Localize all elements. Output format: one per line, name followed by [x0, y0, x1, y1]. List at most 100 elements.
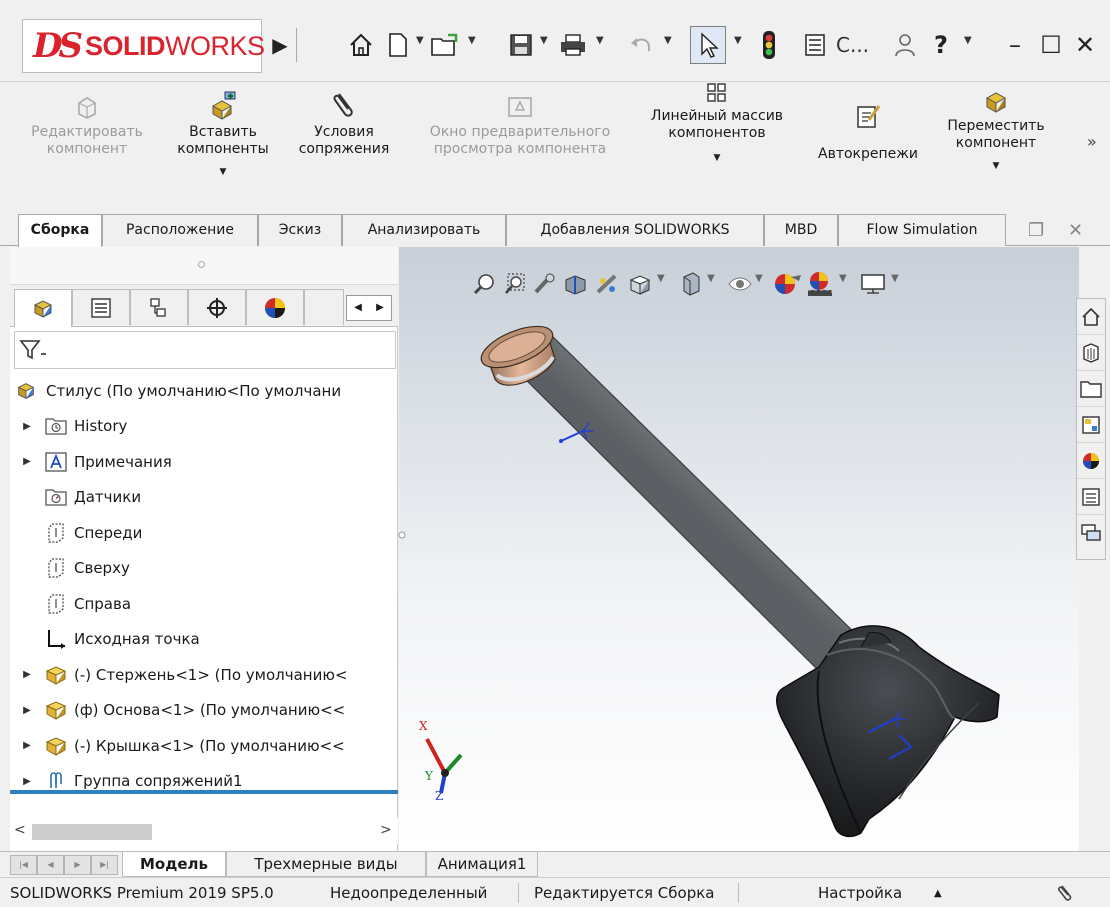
tab-evaluate[interactable]: Анализировать — [342, 214, 506, 246]
tree-item-base[interactable]: ▶ (ф) Основа<1> (По умолчанию<< — [10, 693, 398, 729]
file-explorer-icon[interactable] — [1077, 371, 1105, 407]
graphics-area[interactable]: ▼ ▼ ▼ ▼ ▼ X Y Z — [399, 247, 1079, 851]
component-preview-label: Окно предварительного просмотра компонен… — [429, 124, 611, 157]
open-icon[interactable] — [428, 26, 462, 64]
save-dropdown-icon[interactable]: ▼ — [540, 35, 548, 46]
custom-properties-icon[interactable] — [1077, 479, 1105, 515]
print-icon[interactable] — [556, 26, 590, 64]
undo-icon[interactable] — [626, 26, 656, 64]
open-dropdown-icon[interactable]: ▼ — [468, 35, 476, 46]
scrollbar-thumb[interactable] — [32, 824, 152, 840]
panel-resize-handle[interactable] — [398, 528, 408, 542]
component-preview-button[interactable]: Окно предварительного просмотра компонен… — [408, 82, 632, 158]
scroll-left-arrow-icon[interactable]: < — [14, 822, 26, 838]
first-tab-icon[interactable]: |◀ — [10, 855, 37, 875]
close-pane-icon[interactable]: ✕ — [1068, 220, 1083, 241]
home-icon[interactable] — [344, 26, 378, 64]
restore-pane-icon[interactable]: ❐ — [1028, 220, 1044, 241]
new-document-icon[interactable] — [384, 26, 412, 64]
tree-item-sensors[interactable]: Датчики — [10, 480, 398, 516]
tab-display-manager[interactable] — [246, 289, 304, 325]
customize-button[interactable]: Настройка — [818, 884, 902, 902]
tree-filter-field[interactable] — [14, 331, 396, 369]
print-dropdown-icon[interactable]: ▼ — [596, 35, 604, 46]
expand-arrow-icon[interactable]: ▶ — [10, 740, 44, 751]
tree-item-rod[interactable]: ▶ (-) Стержень<1> (По умолчанию< — [10, 657, 398, 693]
tree-item-front-plane[interactable]: Спереди — [10, 515, 398, 551]
panel-grip[interactable] — [10, 247, 398, 285]
tab-assembly[interactable]: Сборка — [18, 214, 102, 247]
move-component-button[interactable]: Переместить компонент ▼ — [928, 82, 1064, 175]
previous-tab-icon[interactable]: ◀ — [37, 855, 64, 875]
tab-mbd[interactable]: MBD — [764, 214, 838, 246]
appearances-scenes-icon[interactable] — [1077, 443, 1105, 479]
tree-item-cap[interactable]: ▶ (-) Крышка<1> (По умолчанию<< — [10, 728, 398, 764]
insert-components-dropdown-icon[interactable]: ▼ — [164, 164, 282, 181]
customize-arrow-icon[interactable]: ▲ — [934, 888, 942, 899]
triad-z-label: Z — [435, 789, 444, 803]
panel-horizontal-scrollbar[interactable]: < > — [10, 818, 398, 844]
tree-root-assembly[interactable]: Стилус (По умолчанию<По умолчани — [10, 373, 398, 409]
tab-solidworks-addins[interactable]: Добавления SOLIDWORKS — [506, 214, 764, 246]
rebuild-status-icon[interactable] — [1056, 882, 1076, 906]
smart-fasteners-button[interactable]: Автокрепежи — [806, 82, 930, 163]
panel-tab-scroller[interactable]: ◀ ▶ — [346, 295, 392, 321]
design-library-icon[interactable] — [1077, 335, 1105, 371]
tab-dimxpert-manager[interactable] — [188, 289, 246, 325]
rebuild-icon[interactable] — [758, 26, 780, 64]
mate-button[interactable]: Условия сопряжения — [286, 82, 402, 158]
insert-components-button[interactable]: Вставить компоненты ▼ — [164, 82, 282, 181]
solidworks-logo[interactable]: DS SOLIDWORKS — [22, 19, 265, 73]
select-dropdown-icon[interactable]: ▼ — [734, 35, 742, 46]
user-icon[interactable] — [890, 26, 920, 64]
definition-status: Недоопределенный — [330, 884, 488, 902]
help-icon[interactable]: ? — [928, 26, 954, 64]
file-properties-icon[interactable] — [800, 26, 830, 64]
tab-animation1[interactable]: Анимация1 — [426, 852, 538, 877]
tree-item-right-plane[interactable]: Справа — [10, 586, 398, 622]
scroll-right-arrow-icon[interactable]: > — [380, 822, 392, 838]
next-tab-icon[interactable]: ▶ — [64, 855, 91, 875]
forum-icon[interactable] — [1077, 515, 1105, 551]
scroll-right-icon[interactable]: ▶ — [369, 296, 391, 320]
save-icon[interactable] — [506, 26, 536, 64]
expand-arrow-icon[interactable]: ▶ — [10, 456, 44, 467]
edit-component-button[interactable]: Редактировать компонент — [20, 82, 154, 158]
tree-rollback-bar[interactable] — [10, 790, 398, 794]
linear-pattern-button[interactable]: Линейный массив компонентов ▼ — [628, 82, 806, 167]
tab-feature-manager[interactable] — [14, 289, 72, 327]
linear-pattern-dropdown-icon[interactable]: ▼ — [628, 150, 806, 167]
tree-item-history[interactable]: ▶ History — [10, 409, 398, 445]
tab-partial-hidden[interactable] — [304, 289, 344, 325]
maximize-button[interactable]: ☐ — [1036, 28, 1066, 62]
tab-3d-views[interactable]: Трехмерные виды — [226, 852, 426, 877]
ribbon-more-button[interactable]: » — [1087, 132, 1097, 151]
menu-expand-icon[interactable]: ▶ — [268, 30, 292, 60]
tree-item-top-plane[interactable]: Сверху — [10, 551, 398, 587]
solidworks-resources-icon[interactable] — [1077, 299, 1105, 335]
tab-property-manager[interactable] — [72, 289, 130, 325]
move-component-dropdown-icon[interactable]: ▼ — [928, 158, 1064, 175]
tab-model[interactable]: Модель — [122, 852, 226, 877]
scroll-left-icon[interactable]: ◀ — [347, 296, 369, 320]
expand-arrow-icon[interactable]: ▶ — [10, 776, 44, 787]
close-button[interactable]: ✕ — [1070, 28, 1100, 62]
undo-dropdown-icon[interactable]: ▼ — [664, 35, 672, 46]
tab-flow-simulation[interactable]: Flow Simulation — [838, 214, 1006, 246]
tree-item-origin[interactable]: Исходная точка — [10, 622, 398, 658]
filter-icon[interactable] — [19, 338, 49, 366]
expand-arrow-icon[interactable]: ▶ — [10, 705, 44, 716]
expand-arrow-icon[interactable]: ▶ — [10, 421, 44, 432]
tab-layout[interactable]: Расположение — [102, 214, 258, 246]
stylus-3d-model[interactable] — [399, 247, 1079, 851]
help-dropdown-icon[interactable]: ▼ — [964, 35, 972, 46]
minimize-button[interactable]: – — [1000, 28, 1030, 62]
tab-sketch[interactable]: Эскиз — [258, 214, 342, 246]
expand-arrow-icon[interactable]: ▶ — [10, 669, 44, 680]
last-tab-icon[interactable]: ▶| — [91, 855, 118, 875]
select-pointer-icon[interactable] — [690, 26, 726, 64]
tab-configuration-manager[interactable] — [130, 289, 188, 325]
new-dropdown-icon[interactable]: ▼ — [416, 35, 424, 46]
view-palette-icon[interactable] — [1077, 407, 1105, 443]
tree-item-annotations[interactable]: ▶ Примечания — [10, 444, 398, 480]
